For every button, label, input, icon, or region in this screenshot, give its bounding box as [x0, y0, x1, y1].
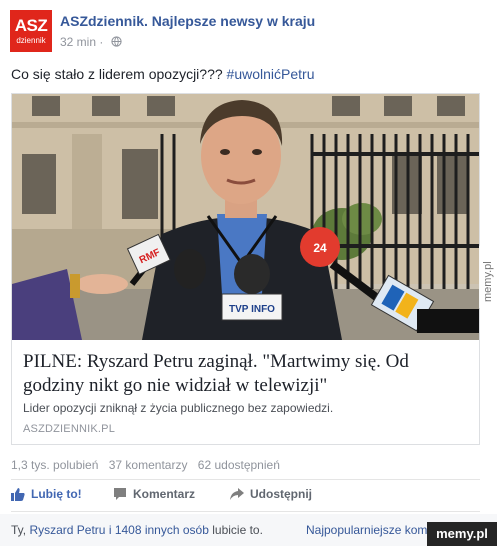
post-timestamp[interactable]: 32 min · [60, 35, 107, 49]
share-label: Udostępnij [250, 487, 312, 501]
watermark-side: memy.pl [479, 246, 497, 308]
hashtag-link[interactable]: #uwolnićPetru [227, 66, 315, 82]
card-description: Lider opozycji zniknął z życia publiczne… [23, 401, 334, 415]
likes-footer: Ty, Ryszard Petru i 1408 innych osób lub… [0, 514, 497, 546]
share-button[interactable]: Udostępnij [229, 487, 312, 501]
post-meta: 32 min · [60, 35, 122, 50]
logo-subtext: dziennik [16, 36, 46, 45]
card-title[interactable]: PILNE: Ryszard Petru zaginął. "Martwimy … [23, 350, 473, 398]
comment-icon [114, 488, 126, 500]
share-arrow-icon [230, 488, 244, 500]
likers-link[interactable]: Ryszard Petru i 1408 innych osób [29, 523, 208, 537]
comment-button[interactable]: Komentarz [113, 487, 195, 501]
divider [11, 479, 480, 480]
post-message: Co się stało z liderem opozycji??? #uwol… [11, 66, 314, 82]
link-preview-card[interactable]: RMF TVP INFO 24 PILNE: Ryszard Petru zag… [11, 93, 480, 445]
card-source-domain: ASZDZIENNIK.PL [23, 423, 116, 435]
logo-text: ASZ [14, 16, 48, 35]
mic-flag-tvp: TVP INFO [229, 304, 275, 315]
divider [11, 511, 480, 512]
likes-summary: Ty, Ryszard Petru i 1408 innych osób lub… [11, 523, 263, 537]
page-name-link[interactable]: ASZdziennik. Najlepsze newsy w kraju [60, 13, 315, 29]
likes-count[interactable]: 1,3 tys. polubień [11, 458, 98, 472]
engagement-stats: 1,3 tys. polubień 37 komentarzy 62 udost… [11, 458, 287, 472]
like-label: Lubię to! [31, 487, 82, 501]
watermark-side-text: memy.pl [482, 261, 494, 302]
thumbs-up-icon [11, 488, 25, 501]
globe-icon [111, 36, 122, 50]
action-bar: Lubię to! Komentarz Udostępnij [0, 483, 497, 509]
watermark-corner: memy.pl [427, 522, 497, 546]
comment-label: Komentarz [133, 487, 196, 501]
post-header: ASZ dziennik ASZdziennik. Najlepsze news… [0, 0, 497, 58]
shares-count[interactable]: 62 udostępnień [198, 458, 280, 472]
likes-prefix: Ty, [11, 523, 30, 537]
card-image[interactable]: RMF TVP INFO 24 [12, 94, 479, 340]
comments-count[interactable]: 37 komentarzy [109, 458, 188, 472]
mic-flag-24: 24 [313, 241, 327, 255]
post-message-text: Co się stało z liderem opozycji??? [11, 66, 227, 82]
like-button[interactable]: Lubię to! [11, 487, 82, 501]
likes-suffix: lubicie to. [208, 523, 263, 537]
page-logo[interactable]: ASZ dziennik [10, 10, 52, 52]
